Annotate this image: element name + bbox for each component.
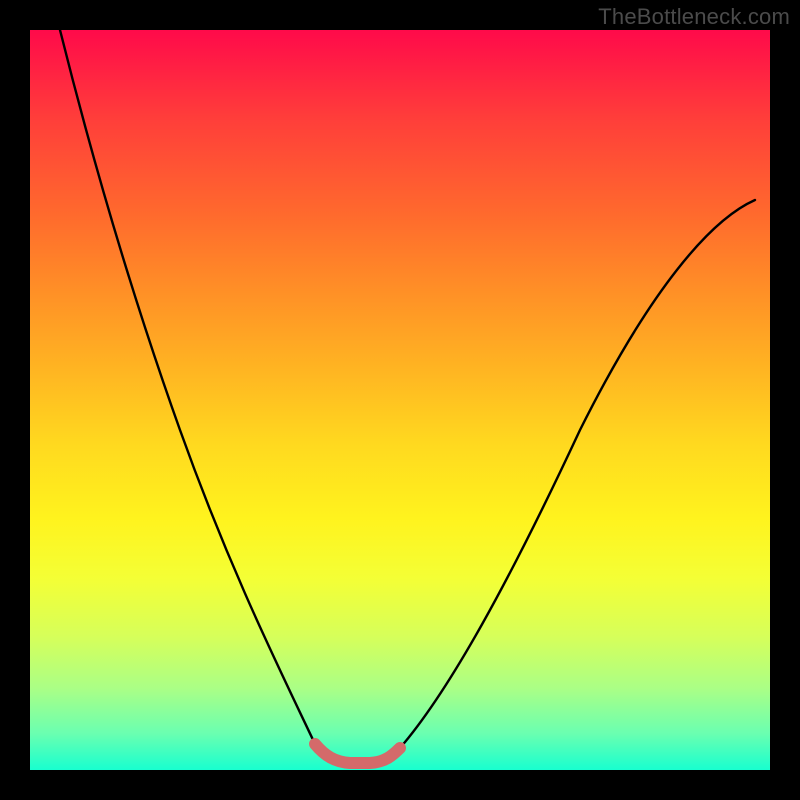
valley-dot xyxy=(392,745,402,755)
watermark-text: TheBottleneck.com xyxy=(598,4,790,30)
valley-dot xyxy=(339,757,349,767)
valley-dot xyxy=(375,756,385,766)
valley-dot xyxy=(329,754,339,764)
plot-area xyxy=(30,30,770,770)
left-branch-path xyxy=(60,30,315,744)
curves-svg xyxy=(30,30,770,770)
right-branch-path xyxy=(400,200,755,748)
valley-dot xyxy=(363,758,373,768)
chart-frame: TheBottleneck.com xyxy=(0,0,800,800)
valley-dot xyxy=(351,758,361,768)
